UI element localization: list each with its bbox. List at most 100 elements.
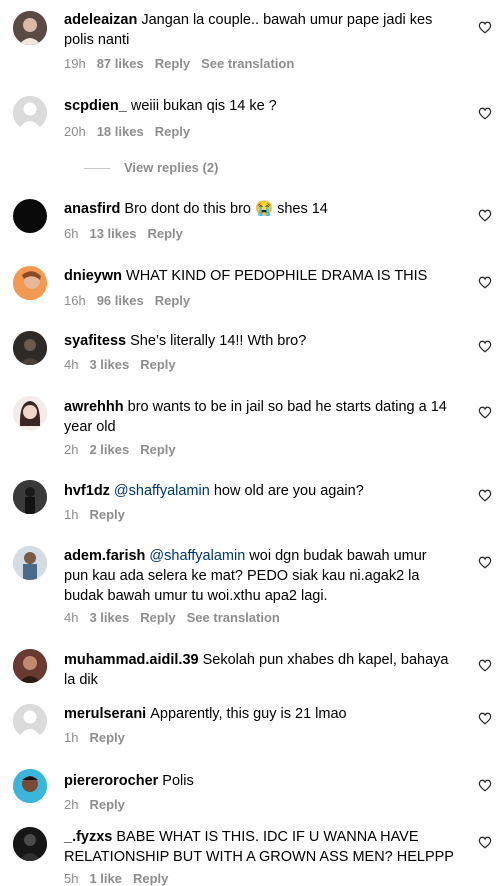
avatar[interactable] xyxy=(13,331,47,365)
comment-time: 1h xyxy=(64,507,79,522)
comment-time: 19h xyxy=(64,56,86,71)
heart-icon[interactable] xyxy=(478,712,492,725)
comment-username[interactable]: adem.farish xyxy=(64,548,145,564)
heart-icon[interactable] xyxy=(478,340,492,353)
reply-button[interactable]: Reply xyxy=(140,442,175,457)
heart-icon[interactable] xyxy=(478,276,492,289)
comment-username[interactable]: adeleaizan xyxy=(64,12,137,28)
comment-meta: 19h 87 likes Reply See translation xyxy=(64,56,294,71)
heart-icon[interactable] xyxy=(478,21,492,34)
comment-text: WHAT KIND OF PEDOPHILE DRAMA IS THIS xyxy=(126,268,428,284)
comment-username[interactable]: _.fyzxs xyxy=(64,829,112,845)
avatar[interactable] xyxy=(13,546,47,580)
comment-meta: 4h 3 likes Reply xyxy=(64,357,187,372)
heart-icon[interactable] xyxy=(478,556,492,569)
comment-time: 4h xyxy=(64,610,79,625)
avatar[interactable] xyxy=(13,769,47,803)
comment-likes[interactable]: 3 likes xyxy=(89,610,129,625)
comment-body: anasfird Bro dont do this bro 😭 shes 14 xyxy=(64,199,454,219)
comment-likes[interactable]: 96 likes xyxy=(97,293,144,308)
comment-meta: 1h Reply xyxy=(64,730,136,745)
heart-icon[interactable] xyxy=(478,836,492,849)
avatar[interactable] xyxy=(13,649,47,683)
comment-username[interactable]: merulserani xyxy=(64,706,146,722)
reply-button[interactable]: Reply xyxy=(147,226,182,241)
comment-likes[interactable]: 87 likes xyxy=(97,56,144,71)
comment-time: 2h xyxy=(64,442,79,457)
comment-time: 5h xyxy=(64,871,79,886)
reply-button[interactable]: Reply xyxy=(140,357,175,372)
comment-likes[interactable]: 3 likes xyxy=(89,357,129,372)
comment-meta: 2h Reply xyxy=(64,797,136,812)
view-replies-label[interactable]: View replies (2) xyxy=(124,160,218,175)
replies-divider xyxy=(84,168,110,170)
comment-text: BABE WHAT IS THIS. IDC IF U WANNA HAVE R… xyxy=(64,829,454,865)
comment-time: 20h xyxy=(64,124,86,139)
comment-username[interactable]: syafitess xyxy=(64,333,126,349)
comment-likes[interactable]: 1 like xyxy=(89,871,122,886)
reply-button[interactable]: Reply xyxy=(155,56,190,71)
comment-likes[interactable]: 13 likes xyxy=(89,226,136,241)
comment-username[interactable]: piererorocher xyxy=(64,773,158,789)
comment-text: how old are you again? xyxy=(213,483,364,499)
comment-meta: 20h 18 likes Reply xyxy=(64,124,201,139)
reply-button[interactable]: Reply xyxy=(89,730,124,745)
comment-username[interactable]: dnieywn xyxy=(64,268,122,284)
avatar[interactable] xyxy=(13,396,47,430)
reply-button[interactable]: Reply xyxy=(89,507,124,522)
comment-time: 16h xyxy=(64,293,86,308)
comment-meta: 6h 13 likes Reply xyxy=(64,226,194,241)
comment-meta: 5h 1 like Reply xyxy=(64,871,179,886)
avatar[interactable] xyxy=(13,480,47,514)
comment-meta: 1h Reply xyxy=(64,507,136,522)
avatar[interactable] xyxy=(13,266,47,300)
avatar[interactable] xyxy=(13,199,47,233)
comment-meta: 16h 96 likes Reply xyxy=(64,293,201,308)
comment-body: muhammad.aidil.39 Sekolah pun xhabes dh k… xyxy=(64,650,454,690)
comment-username[interactable]: muhammad.aidil.39 xyxy=(64,652,199,668)
heart-icon[interactable] xyxy=(478,406,492,419)
comment-body: syafitess She’s literally 14!! Wth bro? xyxy=(64,331,454,351)
reply-button[interactable]: Reply xyxy=(133,871,168,886)
heart-icon[interactable] xyxy=(478,107,492,120)
comment-body: merulserani Apparently, this guy is 21 lm… xyxy=(64,704,454,724)
reply-button[interactable]: Reply xyxy=(140,610,175,625)
reply-button[interactable]: Reply xyxy=(155,293,190,308)
comment-text: She’s literally 14!! Wth bro? xyxy=(130,333,307,349)
avatar[interactable] xyxy=(13,11,47,45)
see-translation-button[interactable]: See translation xyxy=(201,56,294,71)
heart-icon[interactable] xyxy=(478,209,492,222)
comment-time: 2h xyxy=(64,797,79,812)
avatar[interactable] xyxy=(13,704,47,738)
mention-link[interactable]: @shaffyalamin xyxy=(149,548,245,564)
comment-body: hvf1dz @shaffyalamin how old are you agai… xyxy=(64,481,454,501)
heart-icon[interactable] xyxy=(478,779,492,792)
comment-text: Bro dont do this bro 😭 shes 14 xyxy=(124,201,328,217)
mention-link[interactable]: @shaffyalamin xyxy=(114,483,210,499)
see-translation-button[interactable]: See translation xyxy=(187,610,280,625)
reply-button[interactable]: Reply xyxy=(89,797,124,812)
comment-body: awrehhh bro wants to be in jail so bad he… xyxy=(64,397,454,437)
comment-body: _.fyzxs BABE WHAT IS THIS. IDC IF U WANNA… xyxy=(64,827,454,867)
avatar[interactable] xyxy=(13,96,47,130)
comment-time: 6h xyxy=(64,226,79,241)
comment-text: Apparently, this guy is 21 lmao xyxy=(150,706,347,722)
comment-username[interactable]: anasfird xyxy=(64,201,120,217)
reply-button[interactable]: Reply xyxy=(155,124,190,139)
comment-meta: 4h 3 likes Reply See translation xyxy=(64,610,280,625)
comment-username[interactable]: awrehhh xyxy=(64,399,124,415)
comment-body: dnieywn WHAT KIND OF PEDOPHILE DRAMA IS T… xyxy=(64,266,454,286)
heart-icon[interactable] xyxy=(478,659,492,672)
comment-likes[interactable]: 18 likes xyxy=(97,124,144,139)
comment-time: 1h xyxy=(64,730,79,745)
comment-username[interactable]: hvf1dz xyxy=(64,483,110,499)
avatar[interactable] xyxy=(13,827,47,861)
comment-body: adem.farish @shaffyalamin woi dgn budak b… xyxy=(64,546,454,606)
view-replies-button[interactable]: View replies (2) xyxy=(84,160,218,175)
comment-likes[interactable]: 2 likes xyxy=(89,442,129,457)
heart-icon[interactable] xyxy=(478,489,492,502)
comment-text: Polis xyxy=(162,773,194,789)
comment-body: piererorocher Polis xyxy=(64,771,454,791)
comment-text: weiii bukan qis 14 ke ? xyxy=(130,98,277,114)
comment-username[interactable]: scpdien_ xyxy=(64,98,127,114)
